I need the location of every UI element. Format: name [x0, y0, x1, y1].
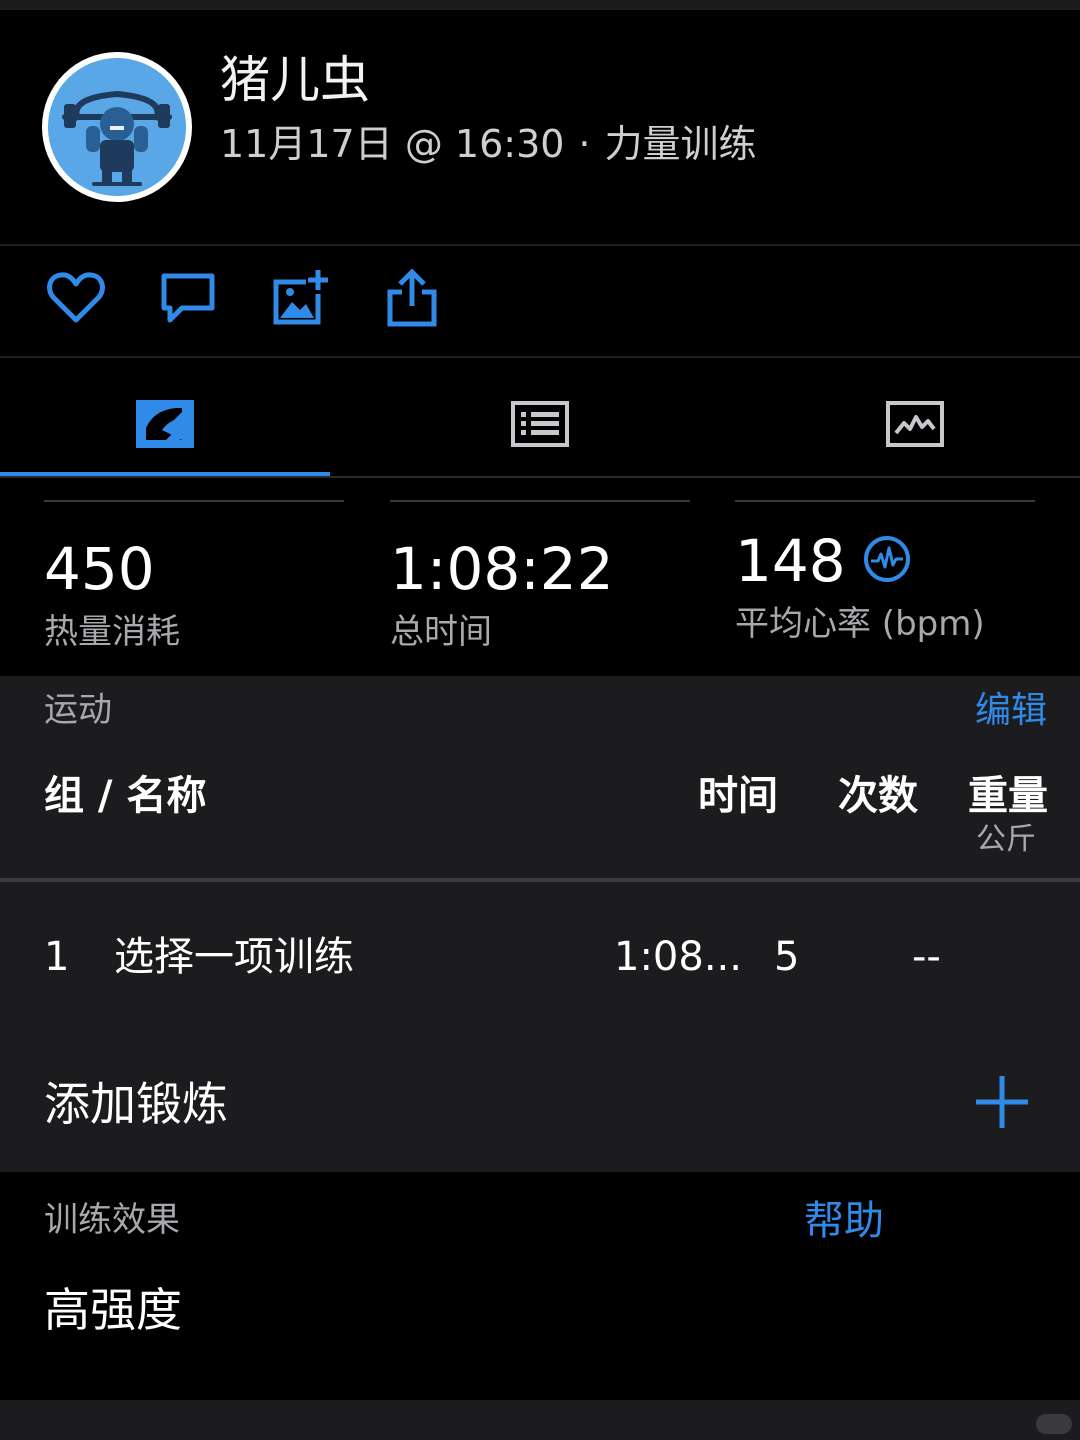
share-icon: [387, 268, 437, 327]
avg-hr-label: 平均心率 (bpm): [735, 604, 985, 644]
calories-value: 450: [44, 535, 155, 603]
tab-summary[interactable]: [0, 372, 330, 476]
header-divider: [0, 244, 1080, 246]
edit-button[interactable]: 编辑: [975, 688, 1047, 734]
row-reps: 5: [774, 934, 800, 980]
stat-rule: [735, 500, 1035, 502]
table-row[interactable]: 1 选择一项训练 1:08... 5 --: [0, 906, 1080, 1006]
row-index: 1: [44, 934, 70, 980]
bottom-panel: [0, 1400, 1080, 1440]
weight-unit: 公斤: [976, 822, 1036, 857]
activity-time: 16:30: [454, 122, 565, 166]
home-indicator: [1036, 1414, 1072, 1434]
weightlifter-avatar-icon: [48, 58, 186, 196]
add-exercise-label: 添加锻炼: [44, 1077, 228, 1131]
heart-icon: [47, 272, 105, 323]
tabbar-divider: [0, 476, 1080, 478]
graph-icon: [886, 401, 944, 447]
total-time-label: 总时间: [390, 612, 492, 652]
action-divider: [0, 356, 1080, 358]
column-weight: 重量: [968, 773, 1048, 819]
row-weight: --: [912, 934, 941, 980]
tab-list[interactable]: [375, 372, 705, 476]
column-time: 时间: [698, 773, 778, 819]
add-photo-icon: [273, 270, 328, 325]
avatar[interactable]: [42, 52, 192, 202]
share-button[interactable]: [382, 268, 442, 328]
activity-at: @: [404, 122, 443, 166]
avg-hr-value: 148: [735, 527, 846, 595]
comment-button[interactable]: [158, 268, 218, 328]
add-photo-button[interactable]: [270, 268, 330, 328]
column-reps: 次数: [838, 773, 918, 819]
username: 猪儿虫: [220, 51, 370, 109]
list-icon: [511, 401, 569, 447]
like-button[interactable]: [46, 268, 106, 328]
heart-rate-icon[interactable]: [862, 534, 912, 584]
total-time-value: 1:08:22: [390, 535, 614, 603]
exercise-section-title: 运动: [44, 690, 112, 730]
plus-icon[interactable]: [974, 1074, 1030, 1130]
activity-type: 力量训练: [604, 122, 757, 166]
top-strip: [0, 0, 1080, 10]
help-button[interactable]: 帮助: [804, 1196, 884, 1246]
calories-label: 热量消耗: [44, 612, 180, 652]
row-time: 1:08...: [614, 934, 742, 980]
column-set-name: 组 / 名称: [44, 773, 207, 819]
training-effect-title: 训练效果: [44, 1200, 180, 1240]
table-header-divider: [0, 878, 1080, 882]
activity-date: 11月17日: [220, 122, 393, 166]
activity-subtitle: 11月17日 @ 16:30 · 力量训练: [220, 120, 757, 168]
tab-graph[interactable]: [750, 372, 1080, 476]
separator-dot: ·: [578, 122, 591, 166]
stat-rule: [44, 500, 344, 502]
training-effect-value: 高强度: [44, 1283, 182, 1337]
add-exercise-row[interactable]: 添加锻炼: [0, 1050, 1080, 1154]
comment-icon: [161, 273, 215, 323]
summary-chart-icon: [136, 400, 194, 448]
row-exercise-name: 选择一项训练: [114, 934, 354, 980]
stat-rule: [390, 500, 690, 502]
